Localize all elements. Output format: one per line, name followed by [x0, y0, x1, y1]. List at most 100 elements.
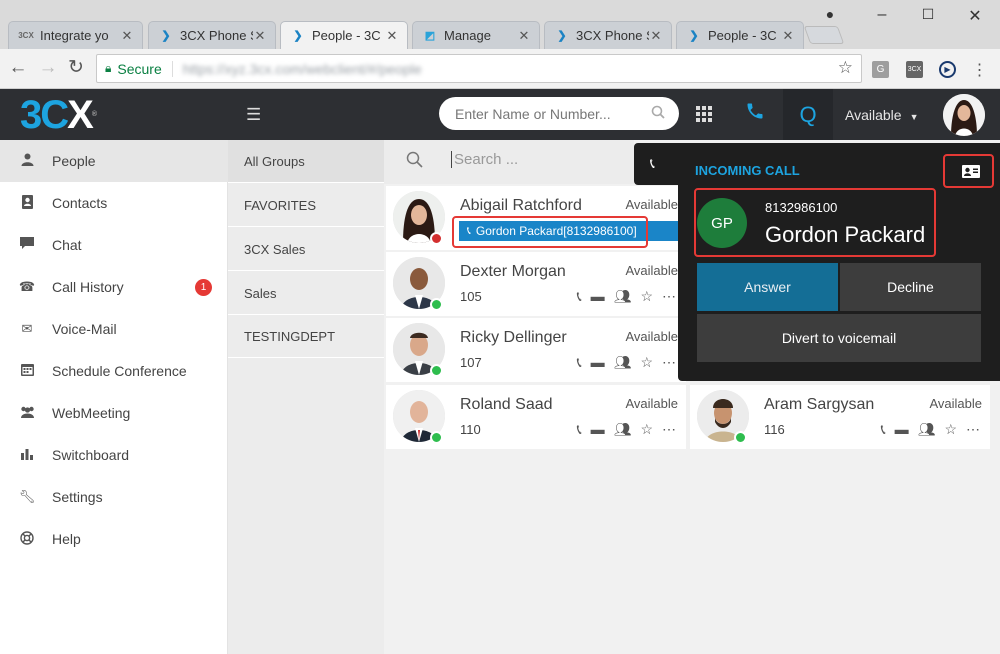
group-item-all-groups[interactable]: All Groups: [228, 140, 384, 183]
extension-3cx-icon[interactable]: 3CX: [906, 61, 923, 78]
queue-toggle[interactable]: Q: [783, 89, 833, 140]
close-icon[interactable]: ✕: [253, 28, 267, 44]
person-card[interactable]: Roland Saad Available 110 📞︎ ▬ 👥︎ ☆ ⋯: [386, 385, 686, 449]
card-actions: 📞︎ ▬ 👥︎ ☆ ⋯: [881, 421, 980, 438]
sidebar-item-help[interactable]: Help: [0, 518, 228, 560]
call-icon[interactable]: 📞︎: [881, 421, 886, 438]
call-icon[interactable]: 📞︎: [577, 354, 582, 371]
more-icon[interactable]: ⋯: [966, 421, 980, 438]
contacts-icon: [18, 194, 36, 212]
browser-tab[interactable]: ❯ 3CX Phone S ✕: [544, 21, 672, 49]
chat-icon[interactable]: ▬: [591, 288, 605, 305]
browser-tab[interactable]: ◩ Manage ✕: [412, 21, 540, 49]
people-search-bar: [384, 140, 634, 184]
dialer-search[interactable]: [439, 97, 679, 130]
chat-icon[interactable]: ▬: [591, 421, 605, 438]
decline-button[interactable]: Decline: [840, 263, 981, 311]
users-icon[interactable]: 👥︎: [614, 288, 632, 305]
groups-list: All Groups FAVORITES 3CX Sales Sales TES…: [228, 140, 384, 654]
chat-icon: [18, 237, 36, 253]
answer-button[interactable]: Answer: [697, 263, 838, 311]
close-icon[interactable]: ✕: [517, 28, 531, 44]
mail-icon: ✉: [21, 321, 33, 336]
bookmark-star-icon[interactable]: ☆: [838, 58, 853, 78]
person-card[interactable]: Aram Sargysan Available 116 📞︎ ▬ 👥︎ ☆ ⋯: [690, 385, 990, 449]
group-item-3cx-sales[interactable]: 3CX Sales: [228, 228, 384, 271]
sidebar-item-webmeeting[interactable]: WebMeeting: [0, 392, 228, 434]
browser-tab[interactable]: ❯ People - 3C ✕: [676, 21, 804, 49]
sidebar-item-chat[interactable]: Chat: [0, 224, 228, 266]
lifebuoy-icon: [18, 530, 36, 548]
close-icon[interactable]: ✕: [649, 28, 663, 44]
person-icon: [18, 153, 36, 169]
sidebar-item-contacts[interactable]: Contacts: [0, 182, 228, 224]
search-icon[interactable]: [651, 105, 665, 122]
call-icon[interactable]: 📞︎: [577, 288, 582, 305]
group-item-testingdept[interactable]: TESTINGDEPT: [228, 315, 384, 358]
close-window-icon[interactable]: ✕: [965, 6, 985, 26]
call-icon[interactable]: 📞︎: [577, 421, 582, 438]
new-tab-button[interactable]: [803, 26, 845, 44]
caret-down-icon: ▼: [909, 112, 919, 122]
star-icon[interactable]: ☆: [640, 354, 653, 371]
star-icon[interactable]: ☆: [944, 421, 957, 438]
chat-icon[interactable]: ▬: [895, 421, 909, 438]
forward-arrow-icon[interactable]: →: [38, 58, 58, 78]
close-icon[interactable]: ✕: [385, 28, 399, 44]
more-icon[interactable]: ⋯: [662, 421, 676, 438]
back-arrow-icon[interactable]: ←: [8, 58, 28, 78]
phone-icon[interactable]: [745, 101, 765, 127]
sidebar-item-call-history[interactable]: ☎ Call History 1: [0, 266, 228, 308]
sidebar-item-voice-mail[interactable]: ✉ Voice-Mail: [0, 308, 228, 350]
url-field[interactable]: 🔒︎ Secure https://xyz.3cx.com/webclient/…: [96, 54, 862, 83]
menu-toggle-icon[interactable]: ☰: [246, 105, 261, 125]
star-icon[interactable]: ☆: [640, 421, 653, 438]
reload-icon[interactable]: ↻: [66, 58, 86, 78]
maximize-icon[interactable]: ☐: [918, 6, 938, 23]
more-icon[interactable]: ⋯: [662, 288, 676, 305]
sidebar-item-switchboard[interactable]: Switchboard: [0, 434, 228, 476]
app-header: 3CX® ☰ Q Available▼: [0, 89, 1000, 140]
close-icon[interactable]: ✕: [781, 28, 795, 44]
presence-indicator: [430, 298, 443, 311]
close-icon[interactable]: ✕: [120, 28, 134, 44]
extension-g-icon[interactable]: G: [872, 61, 889, 78]
status-dropdown[interactable]: Available ▼: [845, 107, 918, 123]
3cx-chevron-favicon-icon: ❯: [161, 30, 171, 42]
browser-tab-active[interactable]: ❯ People - 3C ✕: [280, 21, 408, 49]
dialpad-grid-icon[interactable]: [696, 106, 712, 127]
browser-tab[interactable]: ❯ 3CX Phone S ✕: [148, 21, 276, 49]
person-card[interactable]: Dexter Morgan Available 105 📞︎ ▬ 👥︎ ☆ ⋯: [386, 252, 686, 316]
3cx-chevron-favicon-icon: ❯: [293, 30, 303, 42]
group-item-sales[interactable]: Sales: [228, 272, 384, 315]
wrench-icon: 🔧︎: [18, 489, 36, 504]
highlight-box: [452, 216, 648, 248]
bar-chart-icon: [18, 447, 36, 463]
user-avatar[interactable]: [943, 94, 985, 136]
divert-to-voicemail-button[interactable]: Divert to voicemail: [697, 314, 981, 362]
star-icon[interactable]: ☆: [640, 288, 653, 305]
users-icon[interactable]: 👥︎: [614, 354, 632, 371]
account-icon[interactable]: ●: [820, 6, 840, 22]
group-item-favorites[interactable]: FAVORITES: [228, 184, 384, 227]
chat-icon[interactable]: ▬: [591, 354, 605, 371]
sidebar-item-settings[interactable]: 🔧︎ Settings: [0, 476, 228, 518]
minimize-icon[interactable]: –: [872, 6, 892, 24]
users-icon[interactable]: 👥︎: [918, 421, 936, 438]
phone-icon: 📞︎: [650, 155, 655, 171]
browser-tab[interactable]: 3CX Integrate yo ✕: [8, 21, 143, 49]
users-icon: [18, 406, 36, 421]
people-search-input[interactable]: [451, 151, 621, 168]
highlight-box: [943, 154, 994, 188]
sidebar-item-people[interactable]: People: [0, 140, 228, 182]
extension-play-icon[interactable]: ▶: [939, 61, 956, 78]
users-icon[interactable]: 👥︎: [614, 421, 632, 438]
browser-menu-icon[interactable]: ⋮: [971, 61, 988, 79]
person-card[interactable]: Ricky Dellinger Available 107 📞︎ ▬ 👥︎ ☆ …: [386, 318, 686, 382]
presence-indicator: [430, 431, 443, 444]
sidebar-item-schedule-conference[interactable]: Schedule Conference: [0, 350, 228, 392]
highlight-box: [694, 188, 936, 257]
more-icon[interactable]: ⋯: [662, 354, 676, 371]
lock-icon: 🔒︎: [105, 61, 112, 75]
dialer-input[interactable]: [455, 105, 651, 122]
